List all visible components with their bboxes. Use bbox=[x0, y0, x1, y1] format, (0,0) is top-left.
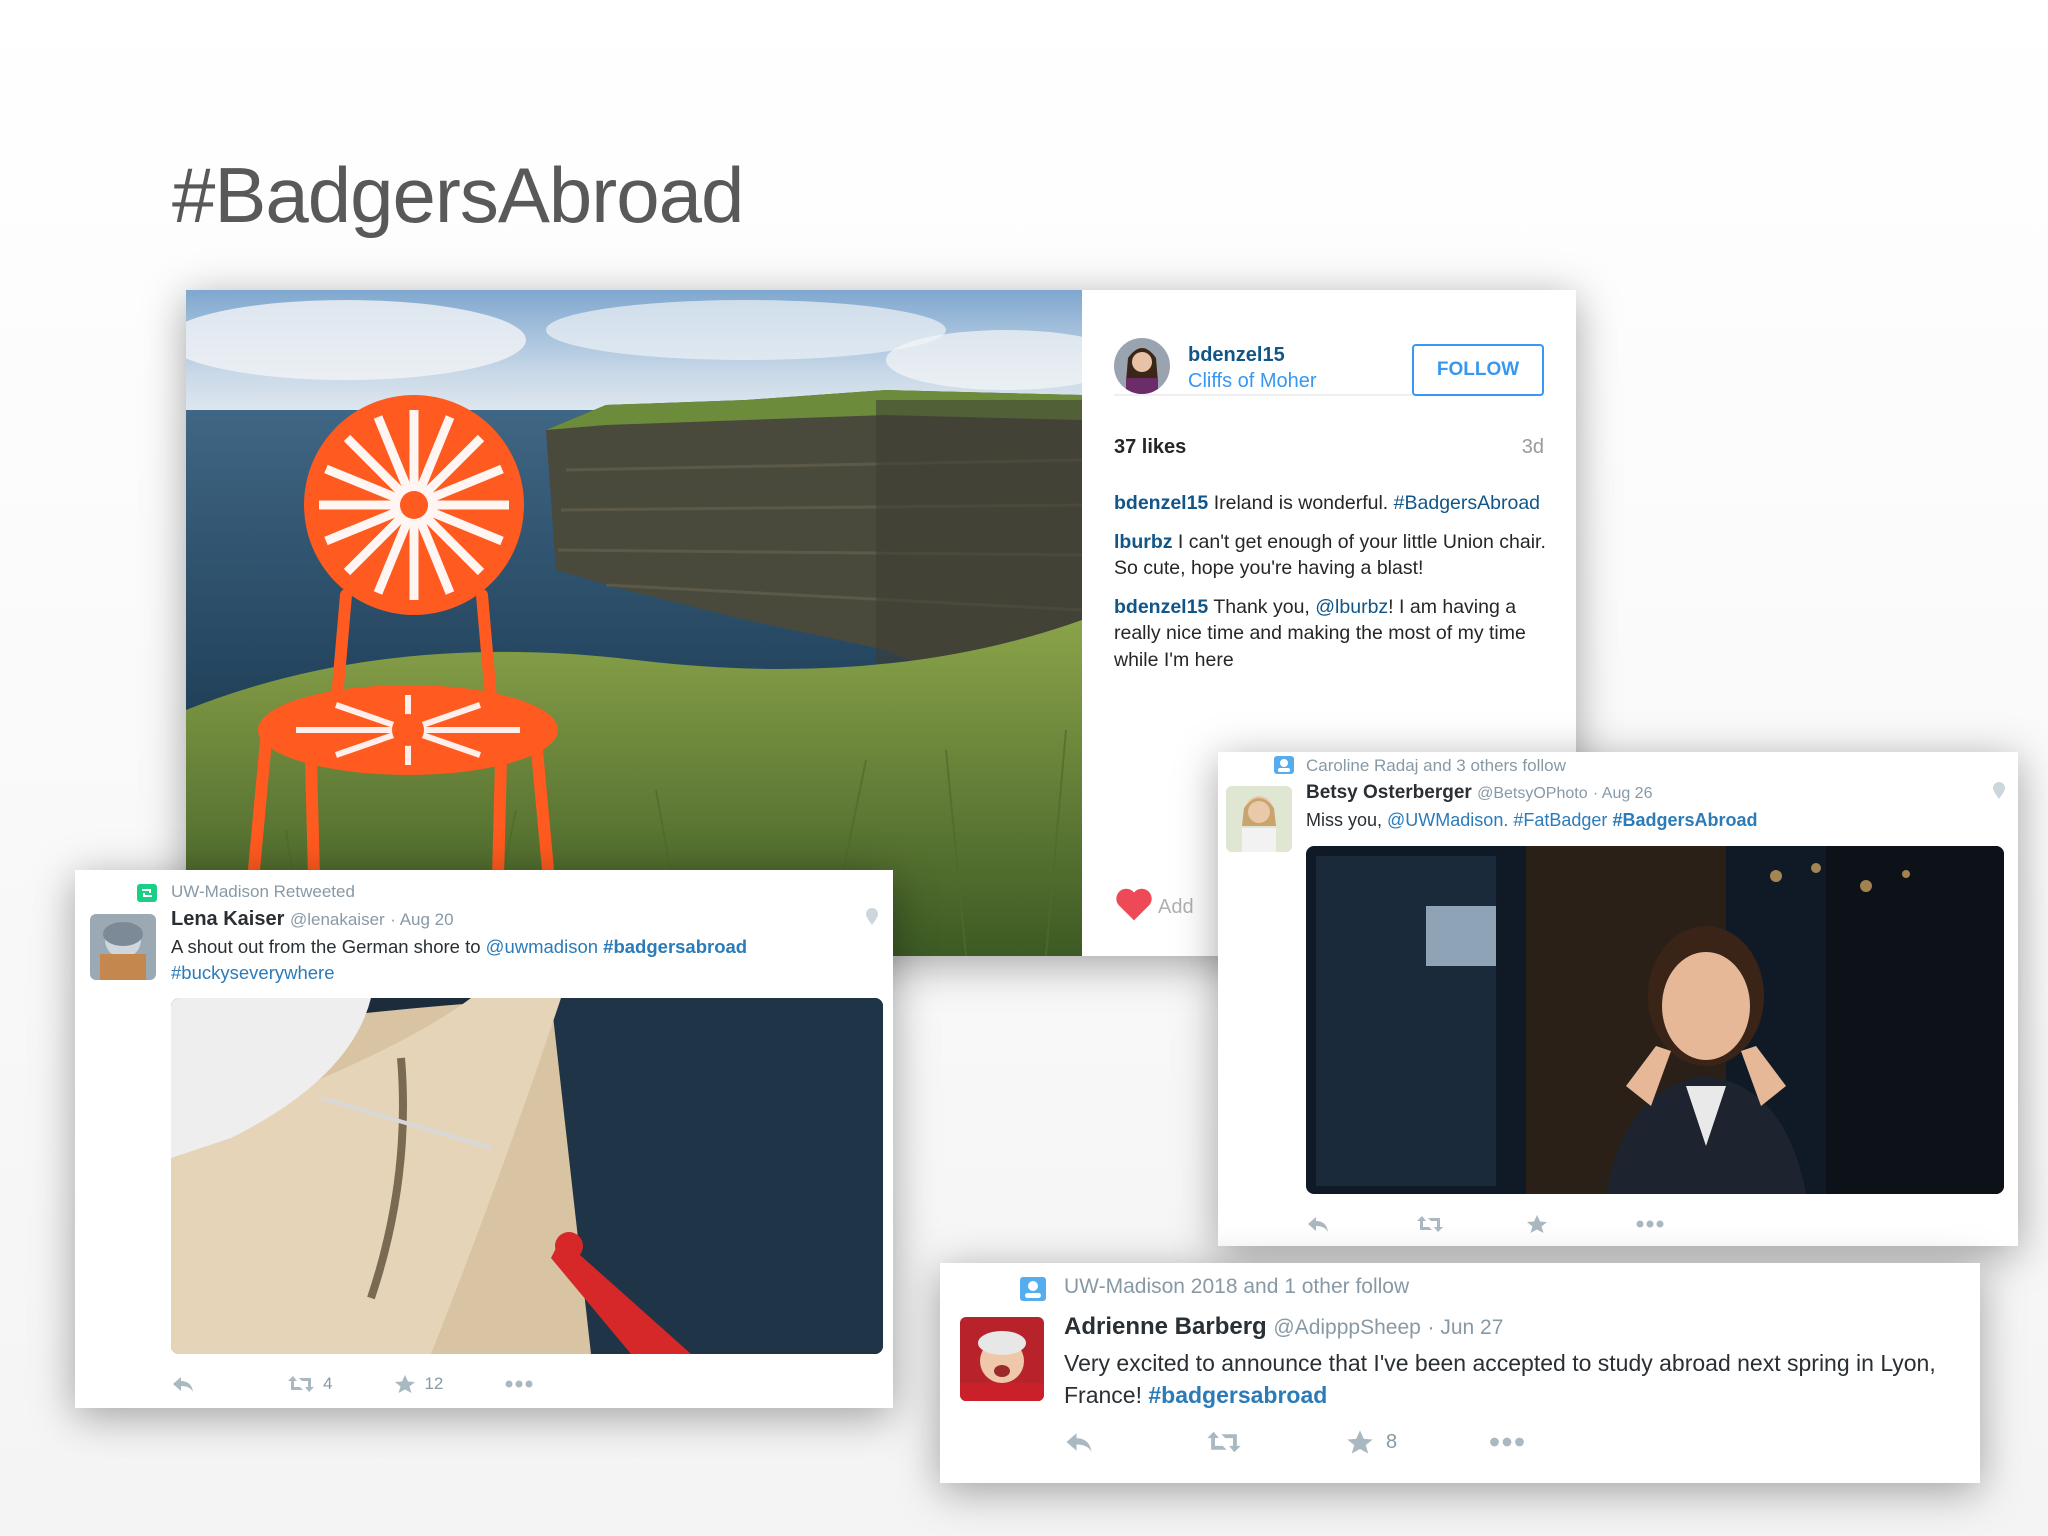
mention-link[interactable]: @uwmadison bbox=[486, 936, 598, 957]
username-link[interactable]: bdenzel15 bbox=[1188, 344, 1285, 367]
comment-list: bdenzel15 Ireland is wonderful. #Badgers… bbox=[1114, 490, 1554, 685]
retweet-icon[interactable] bbox=[1416, 1214, 1444, 1234]
tweet-card: UW-Madison 2018 and 1 other follow Adrie… bbox=[940, 1263, 1980, 1483]
post-photo bbox=[186, 290, 1126, 956]
tweet-header: Adrienne Barberg @AdipppSheep · Jun 27 bbox=[1064, 1313, 1503, 1341]
mention-link[interactable]: @lburbz bbox=[1315, 596, 1388, 618]
follow-context-icon bbox=[1020, 1277, 1046, 1301]
avatar[interactable] bbox=[960, 1317, 1044, 1401]
tweet-text: Very excited to announce that I've been … bbox=[1064, 1347, 1964, 1411]
tweet-actions: 4 12 bbox=[171, 1374, 533, 1394]
favorite-star-icon bbox=[395, 1375, 416, 1393]
comment: bdenzel15 Thank you, @lburbz! I am havin… bbox=[1114, 594, 1554, 674]
more-icon[interactable] bbox=[1489, 1437, 1525, 1447]
retweet-count: 4 bbox=[323, 1374, 333, 1393]
tweet-date[interactable]: · Aug 26 bbox=[1593, 785, 1653, 802]
display-name[interactable]: Adrienne Barberg bbox=[1064, 1313, 1267, 1340]
favorite-count: 12 bbox=[424, 1374, 444, 1393]
comment-username[interactable]: bdenzel15 bbox=[1114, 492, 1208, 514]
display-name[interactable]: Betsy Osterberger bbox=[1306, 782, 1472, 803]
handle[interactable]: @lenakaiser bbox=[290, 910, 385, 929]
avatar[interactable] bbox=[1226, 786, 1292, 852]
tweet-header: Betsy Osterberger @BetsyOPhoto · Aug 26 bbox=[1306, 782, 1652, 804]
comment-text: I can't get enough of your little Union … bbox=[1114, 530, 1546, 580]
tweet-context: UW-Madison Retweeted bbox=[171, 882, 355, 901]
heart-icon[interactable] bbox=[1114, 886, 1154, 922]
comment-username[interactable]: bdenzel15 bbox=[1114, 596, 1208, 618]
mention-link[interactable]: @UWMadison. bbox=[1387, 810, 1508, 830]
favorite-button[interactable]: 12 bbox=[394, 1374, 443, 1394]
follow-context-icon bbox=[1274, 756, 1294, 774]
add-comment-input[interactable]: Add bbox=[1158, 896, 1194, 919]
reply-icon[interactable] bbox=[1064, 1429, 1094, 1455]
tweet-context: Caroline Radaj and 3 others follow bbox=[1306, 756, 1566, 775]
tweet-photo[interactable] bbox=[171, 998, 883, 1354]
tweet-card: UW-Madison Retweeted Lena Kaiser @lenaka… bbox=[75, 870, 893, 1408]
comment: lburbz I can't get enough of your little… bbox=[1114, 529, 1554, 582]
tweet-date[interactable]: · Jun 27 bbox=[1428, 1316, 1504, 1339]
favorite-count: 8 bbox=[1386, 1430, 1398, 1453]
post-header: bdenzel15 Cliffs of Moher FOLLOW bbox=[1114, 314, 1544, 396]
hashtag-link[interactable]: #badgersabroad bbox=[603, 936, 747, 957]
tweet-text-body: A shout out from the German shore to bbox=[171, 936, 486, 957]
location-pin-icon[interactable] bbox=[1992, 782, 2006, 805]
comment-username[interactable]: lburbz bbox=[1114, 531, 1173, 553]
display-name[interactable]: Lena Kaiser bbox=[171, 908, 284, 930]
tweet-actions bbox=[1306, 1214, 1664, 1234]
post-age: 3d bbox=[1521, 436, 1544, 458]
comment-text: Thank you, bbox=[1208, 595, 1316, 618]
tweet-actions: 8 bbox=[1064, 1429, 1525, 1455]
hashtag-link[interactable]: #badgersabroad bbox=[1148, 1382, 1327, 1408]
location-pin-icon[interactable] bbox=[865, 908, 879, 931]
favorite-star-icon[interactable] bbox=[1526, 1214, 1548, 1234]
slide-title: #BadgersAbroad bbox=[172, 151, 744, 239]
tweet-date[interactable]: · Aug 20 bbox=[390, 910, 453, 929]
retweet-icon[interactable] bbox=[1206, 1429, 1242, 1455]
retweet-context-icon bbox=[137, 884, 157, 902]
more-icon[interactable] bbox=[505, 1380, 533, 1388]
avatar[interactable] bbox=[90, 914, 156, 980]
tweet-photo[interactable] bbox=[1306, 846, 2004, 1194]
tweet-header: Lena Kaiser @lenakaiser · Aug 20 bbox=[171, 908, 454, 931]
favorite-star-icon bbox=[1347, 1430, 1373, 1454]
comment-text: Ireland is wonderful. bbox=[1208, 492, 1394, 514]
comment: bdenzel15 Ireland is wonderful. #Badgers… bbox=[1114, 490, 1554, 517]
favorite-button[interactable]: 8 bbox=[1346, 1429, 1397, 1455]
handle[interactable]: @BetsyOPhoto bbox=[1477, 785, 1588, 802]
avatar[interactable] bbox=[1114, 338, 1170, 394]
reply-icon[interactable] bbox=[1306, 1214, 1330, 1234]
hashtag-link[interactable]: #buckyseverywhere bbox=[171, 962, 335, 983]
tweet-context: UW-Madison 2018 and 1 other follow bbox=[1064, 1275, 1410, 1298]
tweet-text: A shout out from the German shore to @uw… bbox=[171, 934, 871, 986]
retweet-icon bbox=[288, 1376, 314, 1392]
follow-button[interactable]: FOLLOW bbox=[1412, 344, 1544, 396]
hashtag-link[interactable]: #BadgersAbroad bbox=[1394, 492, 1540, 514]
hashtag-link[interactable]: #FatBadger bbox=[1513, 810, 1607, 830]
reply-icon[interactable] bbox=[171, 1374, 195, 1394]
tweet-text: Miss you, @UWMadison. #FatBadger #Badger… bbox=[1306, 808, 1757, 832]
handle[interactable]: @AdipppSheep bbox=[1273, 1316, 1420, 1339]
tweet-text-body: Miss you, bbox=[1306, 810, 1388, 830]
likes-count[interactable]: 37 likes bbox=[1114, 436, 1186, 459]
hashtag-link[interactable]: #BadgersAbroad bbox=[1612, 810, 1757, 830]
tweet-card: Caroline Radaj and 3 others follow Betsy… bbox=[1218, 752, 2018, 1246]
more-icon[interactable] bbox=[1636, 1220, 1664, 1228]
retweet-button[interactable]: 4 bbox=[287, 1374, 332, 1394]
location-link[interactable]: Cliffs of Moher bbox=[1188, 370, 1317, 393]
